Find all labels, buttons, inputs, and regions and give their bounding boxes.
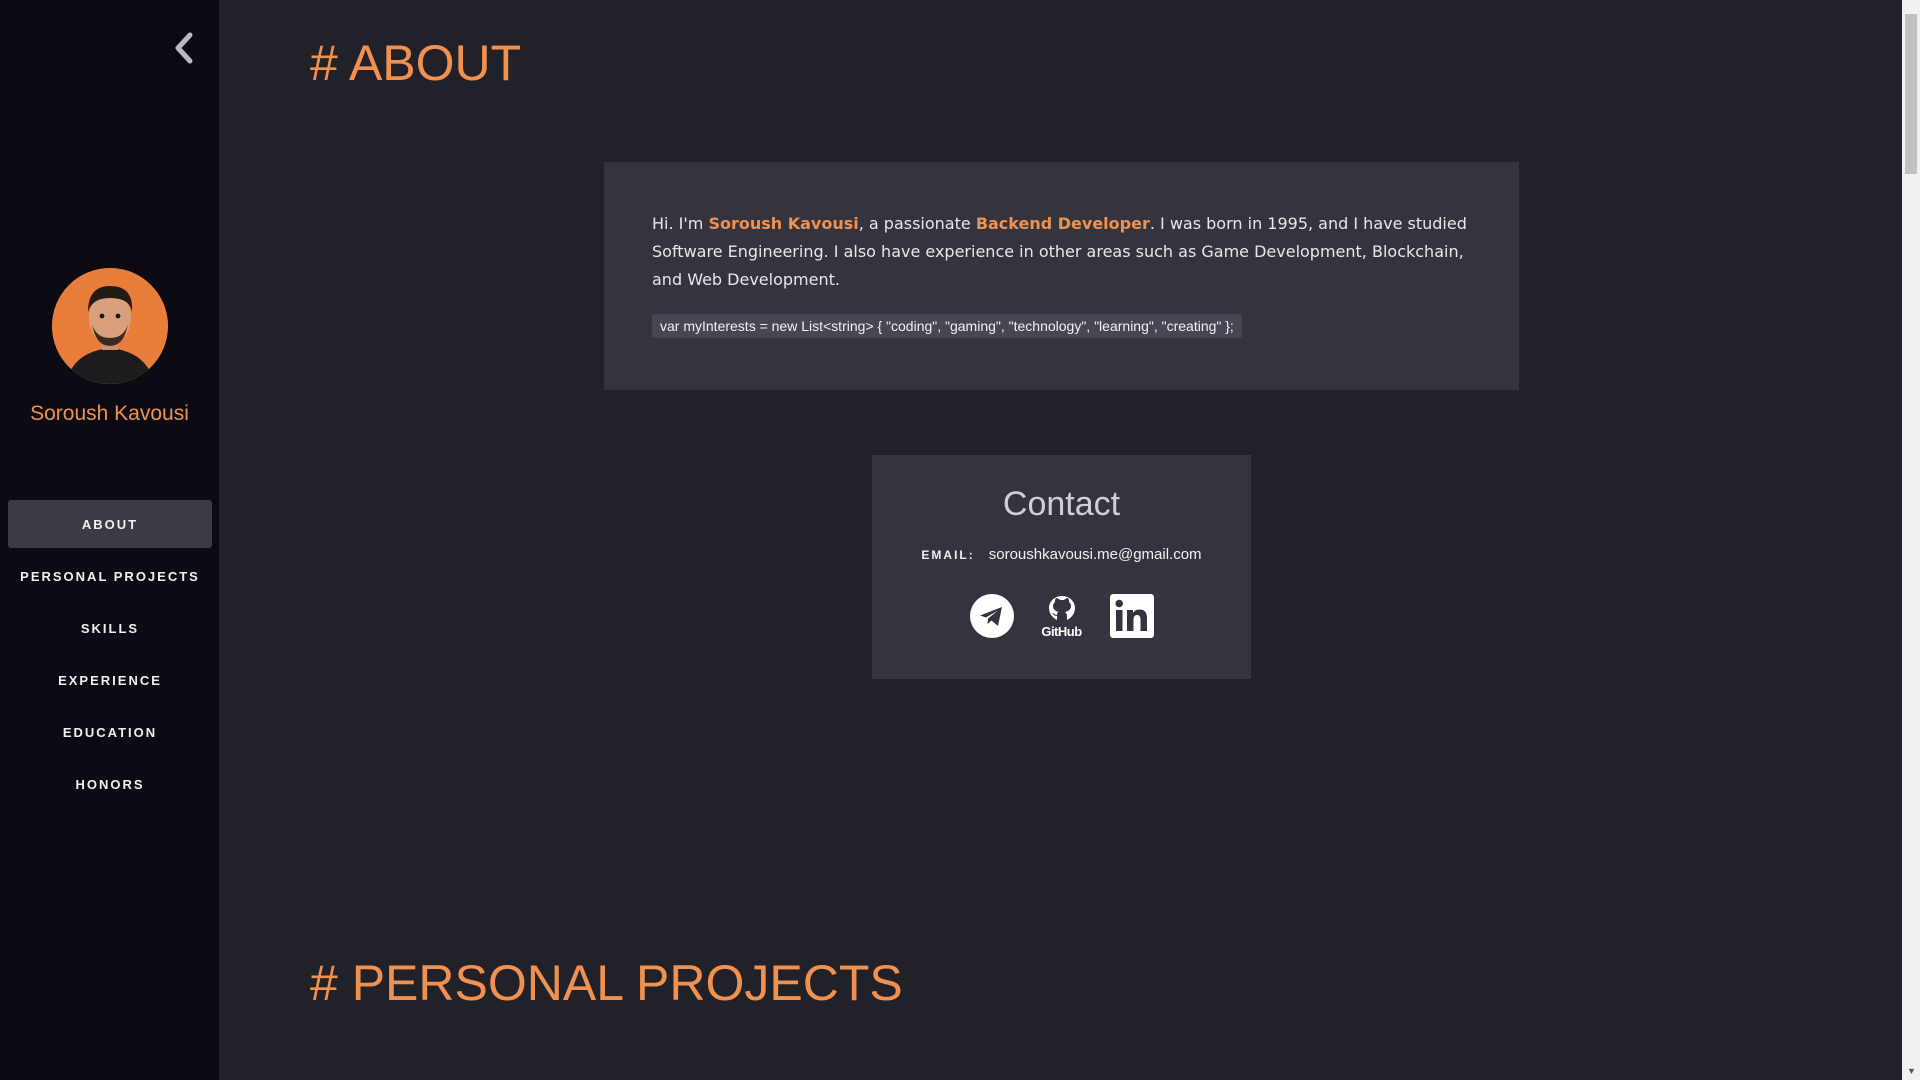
interests-code-snippet: var myInterests = new List<string> { "co… bbox=[652, 314, 1242, 338]
email-row: EMAIL: soroushkavousi.me@gmail.com bbox=[872, 546, 1251, 563]
nav-item-personal-projects[interactable]: PERSONAL PROJECTS bbox=[8, 552, 212, 600]
scroll-down-arrow-icon[interactable]: ▼ bbox=[1907, 1066, 1916, 1076]
profile-name: Soroush Kavousi bbox=[30, 402, 189, 425]
telegram-icon bbox=[969, 594, 1014, 638]
collapse-sidebar-button[interactable] bbox=[168, 28, 200, 68]
linkedin-link[interactable] bbox=[1109, 593, 1155, 639]
chevron-left-icon bbox=[175, 32, 193, 64]
about-heading: # ABOUT bbox=[310, 35, 522, 91]
scrollbar-thumb[interactable] bbox=[1905, 14, 1917, 174]
avatar bbox=[52, 268, 168, 384]
github-link[interactable]: GitHub bbox=[1039, 593, 1085, 639]
page-scrollbar[interactable]: ▼ bbox=[1902, 0, 1920, 1080]
about-text: Hi. I'm Soroush Kavousi, a passionate Ba… bbox=[652, 210, 1471, 294]
email-value[interactable]: soroushkavousi.me@gmail.com bbox=[989, 546, 1202, 563]
email-label: EMAIL: bbox=[921, 547, 975, 562]
social-links: GitHub bbox=[872, 593, 1251, 639]
about-card: Hi. I'm Soroush Kavousi, a passionate Ba… bbox=[604, 162, 1519, 390]
name-highlight: Soroush Kavousi bbox=[708, 214, 859, 233]
linkedin-icon bbox=[1109, 594, 1154, 638]
about-intro-text-2: , a passionate bbox=[858, 214, 976, 233]
github-label: GitHub bbox=[1041, 623, 1082, 639]
nav-item-experience[interactable]: EXPERIENCE bbox=[8, 656, 212, 704]
contact-card: Contact EMAIL: soroushkavousi.me@gmail.c… bbox=[872, 455, 1251, 679]
nav-item-honors[interactable]: HONORS bbox=[8, 760, 212, 808]
about-intro-text: Hi. I'm bbox=[652, 214, 709, 233]
nav-item-about[interactable]: ABOUT bbox=[8, 500, 212, 548]
nav-item-skills[interactable]: SKILLS bbox=[8, 604, 212, 652]
contact-title: Contact bbox=[1002, 485, 1121, 523]
personal-projects-heading: # PERSONAL PROJECTS bbox=[310, 955, 903, 1011]
github-icon bbox=[1048, 595, 1075, 620]
sidebar-nav: ABOUT PERSONAL PROJECTS SKILLS EXPERIENC… bbox=[8, 500, 212, 812]
nav-item-education[interactable]: EDUCATION bbox=[8, 708, 212, 756]
telegram-link[interactable] bbox=[969, 593, 1015, 639]
sidebar: Soroush Kavousi ABOUT PERSONAL PROJECTS … bbox=[0, 0, 219, 1080]
role-highlight: Backend Developer bbox=[975, 214, 1150, 233]
